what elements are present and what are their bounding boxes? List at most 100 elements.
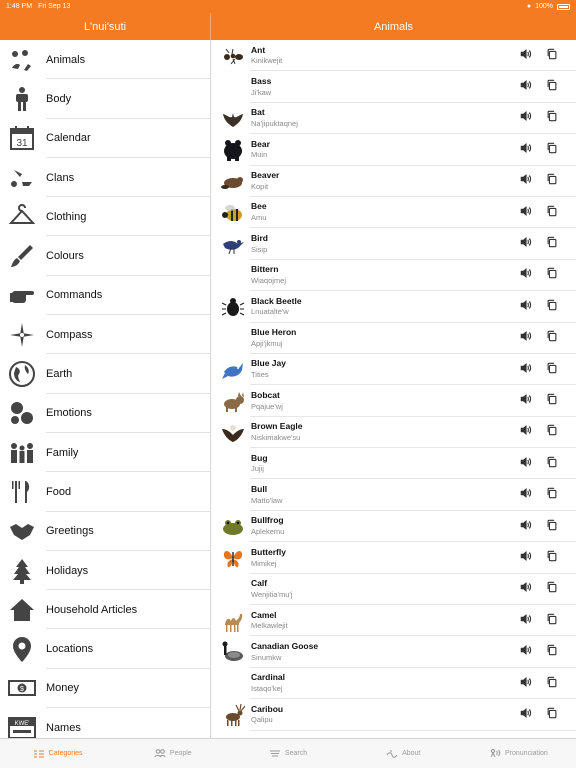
copy-button[interactable]: [546, 612, 558, 630]
copy-button[interactable]: [546, 204, 558, 222]
play-audio-button[interactable]: [520, 612, 532, 630]
list-item[interactable]: Bee Amu: [212, 197, 576, 229]
list-item[interactable]: Carpenter Ant: [212, 731, 576, 738]
sidebar-item-label: Body: [46, 92, 72, 105]
copy-button[interactable]: [546, 172, 558, 190]
play-audio-button[interactable]: [520, 455, 532, 473]
speaker-icon: [520, 331, 532, 342]
sidebar-item-emotions[interactable]: Emotions: [0, 394, 210, 434]
list-item[interactable]: Bobcat Pqajue'wj: [212, 385, 576, 418]
list-item[interactable]: Brown Eagle Niskimakwe'su: [212, 417, 576, 449]
list-item[interactable]: Butterfly Mimikej: [212, 542, 576, 575]
mikmaq-word: Apji'jkmuj: [251, 338, 283, 348]
sidebar-item-label: Money: [46, 682, 80, 695]
sidebar-item-commands[interactable]: Commands: [0, 276, 210, 316]
sidebar-item-household-articles[interactable]: Household Articles: [0, 590, 210, 630]
list-item[interactable]: Bittern Wiaqojmej: [212, 260, 576, 292]
copy-button[interactable]: [546, 235, 558, 253]
list-item[interactable]: Ant Kinikwejit: [212, 40, 576, 72]
tab-label: People: [169, 750, 192, 757]
sidebar-item-animals[interactable]: Animals: [0, 40, 210, 80]
copy-button[interactable]: [546, 518, 558, 536]
copy-button[interactable]: [546, 549, 558, 567]
list-item[interactable]: Black Beetle Lnuatalte'w: [212, 291, 576, 323]
play-audio-button[interactable]: [520, 675, 532, 693]
tab-about[interactable]: About: [346, 739, 461, 768]
sidebar-item-locations[interactable]: Locations: [0, 629, 210, 670]
sidebar-item-body[interactable]: Body: [0, 79, 210, 119]
play-audio-button[interactable]: [520, 329, 532, 347]
copy-button[interactable]: [546, 455, 558, 473]
list-item[interactable]: Cardinal Istaqo'kej: [212, 668, 576, 700]
list-item[interactable]: Bullfrog Aplekemu: [212, 511, 576, 543]
sidebar-item-holidays[interactable]: Holidays: [0, 551, 210, 591]
sidebar-item-calendar[interactable]: 31 Calendar: [0, 119, 210, 159]
copy-button[interactable]: [546, 486, 558, 504]
list-item[interactable]: Bug Jujij: [212, 448, 576, 480]
list-item[interactable]: Bat Na'jipuktaqnej: [212, 103, 576, 135]
copy-button[interactable]: [546, 643, 558, 661]
play-audio-button[interactable]: [520, 486, 532, 504]
play-audio-button[interactable]: [520, 109, 532, 127]
list-item[interactable]: Bear Muin: [212, 134, 576, 166]
tab-search[interactable]: Search: [230, 739, 345, 768]
play-audio-button[interactable]: [520, 392, 532, 410]
tab-pronunciation[interactable]: Pronunciation: [461, 739, 576, 768]
category-sidebar[interactable]: Animals Body 31 Calendar Clans Clothing Colour…: [0, 40, 211, 738]
play-audio-button[interactable]: [520, 298, 532, 316]
copy-button[interactable]: [546, 47, 558, 65]
copy-button[interactable]: [546, 423, 558, 441]
copy-button[interactable]: [546, 706, 558, 724]
list-item[interactable]: Blue Heron Apji'jkmuj: [212, 323, 576, 355]
sidebar-item-names[interactable]: KWE' Names: [0, 708, 210, 738]
mikmaq-word: Niskimakwe'su: [251, 432, 301, 442]
copy-button[interactable]: [546, 329, 558, 347]
play-audio-button[interactable]: [520, 643, 532, 661]
copy-button[interactable]: [546, 78, 558, 96]
animal-list[interactable]: Ant Kinikwejit Bass Ji'kaw Bat Na'jipuktaqnej…: [212, 40, 576, 738]
copy-button[interactable]: [546, 361, 558, 379]
list-item[interactable]: Canadian Goose Sinumkw: [212, 636, 576, 669]
play-audio-button[interactable]: [520, 361, 532, 379]
copy-button[interactable]: [546, 266, 558, 284]
list-item[interactable]: Bass Ji'kaw: [212, 71, 576, 104]
copy-button[interactable]: [546, 392, 558, 410]
list-item[interactable]: Camel Melkawlejit: [212, 605, 576, 637]
sidebar-item-earth[interactable]: Earth: [0, 354, 210, 394]
tab-categories[interactable]: Categories: [0, 739, 115, 768]
copy-button[interactable]: [546, 580, 558, 598]
sidebar-item-family[interactable]: Family: [0, 433, 210, 473]
play-audio-button[interactable]: [520, 172, 532, 190]
copy-icon: [547, 236, 557, 248]
play-audio-button[interactable]: [520, 47, 532, 65]
copy-button[interactable]: [546, 675, 558, 693]
list-item[interactable]: Bull Matto'law: [212, 479, 576, 512]
list-item[interactable]: Calf Wenjitia'mu'j: [212, 574, 576, 606]
sidebar-item-clothing[interactable]: Clothing: [0, 197, 210, 237]
play-audio-button[interactable]: [520, 423, 532, 441]
play-audio-button[interactable]: [520, 549, 532, 567]
play-audio-button[interactable]: [520, 78, 532, 96]
list-item[interactable]: Beaver Kopit: [212, 166, 576, 198]
play-audio-button[interactable]: [520, 235, 532, 253]
list-item[interactable]: Blue Jay Tities: [212, 354, 576, 386]
sidebar-item-food[interactable]: Food: [0, 472, 210, 512]
play-audio-button[interactable]: [520, 266, 532, 284]
copy-button[interactable]: [546, 141, 558, 159]
copy-button[interactable]: [546, 109, 558, 127]
sidebar-item-greetings[interactable]: Greetings: [0, 512, 210, 552]
play-audio-button[interactable]: [520, 518, 532, 536]
sidebar-item-clans[interactable]: Clans: [0, 158, 210, 198]
play-audio-button[interactable]: [520, 706, 532, 724]
play-audio-button[interactable]: [520, 141, 532, 159]
family-icon: [7, 438, 37, 468]
copy-button[interactable]: [546, 298, 558, 316]
play-audio-button[interactable]: [520, 580, 532, 598]
list-item[interactable]: Bird Sisip: [212, 228, 576, 261]
sidebar-item-colours[interactable]: Colours: [0, 236, 210, 277]
sidebar-item-money[interactable]: $ Money: [0, 669, 210, 709]
play-audio-button[interactable]: [520, 204, 532, 222]
sidebar-item-compass[interactable]: Compass: [0, 315, 210, 355]
tab-people[interactable]: People: [115, 739, 230, 768]
list-item[interactable]: Caribou Qalipu: [212, 699, 576, 731]
